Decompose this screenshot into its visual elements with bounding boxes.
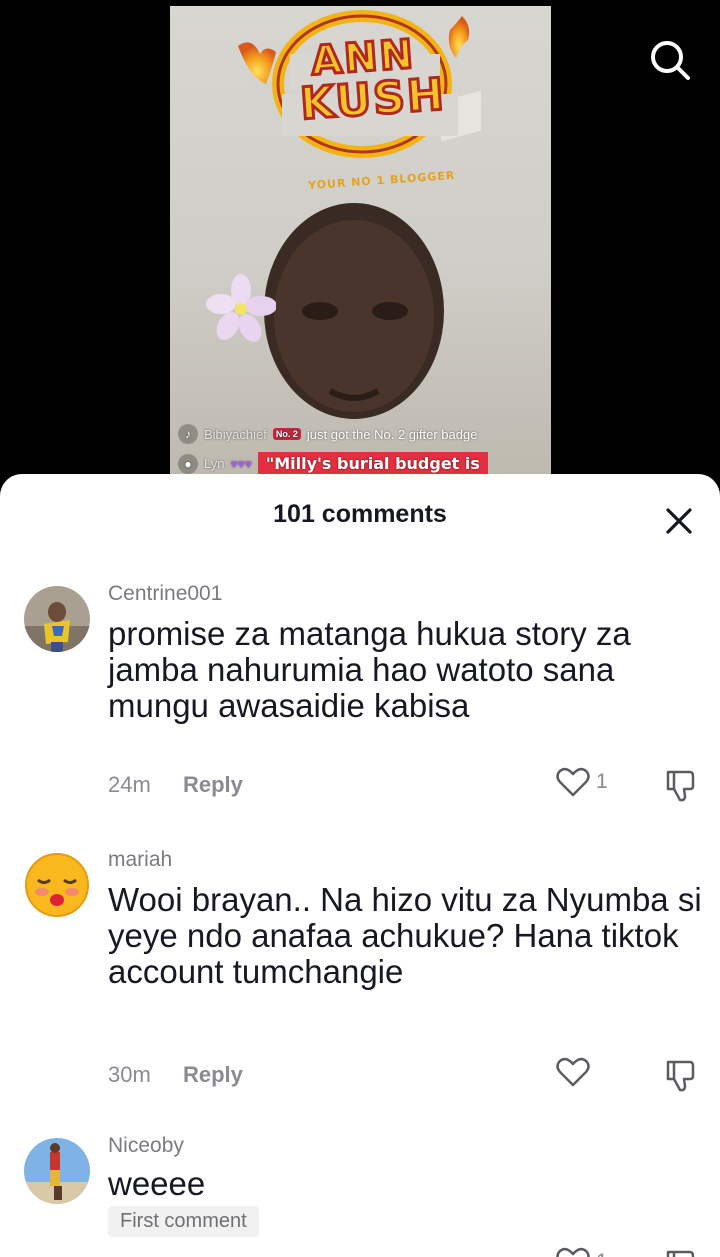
caption-overlay: ● Lyn ♥♥♥ "Milly's burial budget is [178,452,488,475]
heart-icon [556,767,590,797]
comment-text: promise za matanga hukua story za jamba … [108,615,631,724]
like-button[interactable]: 1 [556,766,608,798]
avatar[interactable] [24,586,90,652]
reply-button[interactable]: Reply [183,772,243,798]
like-button[interactable]: 1 [556,1246,608,1257]
overlay-text: just got the No. 2 gifter badge [306,426,478,442]
comment-item: mariah Wooi brayan.. Na hizo vitu za Nyu… [0,844,720,1092]
red-caption: "Milly's burial budget is [257,452,488,475]
comment-username[interactable]: Centrine001 [108,582,222,606]
search-icon[interactable] [648,38,692,82]
comment-text: weeee [108,1165,206,1202]
comment-time: 24m [108,772,151,797]
video-player[interactable]: ANN KUSH YOUR NO 1 BLOGGER ♪ Bibiyachief… [0,0,720,500]
user-avatar-icon: ● [178,453,198,474]
avatar[interactable] [24,1138,90,1204]
tiktok-icon: ♪ [178,424,198,444]
reply-button[interactable]: Reply [183,1062,243,1088]
sheet-header: 101 comments [0,474,720,558]
hearts-icon: ♥♥♥ [230,456,252,471]
comment-meta: 24m Reply [108,772,243,798]
avatar[interactable] [24,852,90,918]
like-count: 1 [596,770,608,793]
heart-icon [556,1057,590,1087]
video-frame[interactable]: ANN KUSH YOUR NO 1 BLOGGER ♪ Bibiyachief… [170,6,551,486]
dislike-icon[interactable] [662,1058,698,1094]
first-comment-badge: First comment [108,1206,259,1237]
comment-username[interactable]: mariah [108,848,172,872]
flower-sticker [206,274,276,342]
like-count: 1 [596,1250,608,1257]
comment-meta: 30m Reply [108,1062,243,1088]
gifter-badge: No. 2 [272,428,301,440]
comment-time: 30m [108,1062,151,1087]
comments-count-title: 101 comments [273,500,447,528]
comment-text: Wooi brayan.. Na hizo vitu za Nyumba si … [108,881,702,990]
overlay-username: Bibiyachief [204,426,267,442]
overlay-username-2: Lyn [204,456,225,471]
comment-item: Centrine001 promise za matanga hukua sto… [0,578,720,808]
comments-sheet: 101 comments Centrine001 promise za mata… [0,474,720,1257]
dislike-icon[interactable] [662,1248,698,1257]
logo-line-2: KUSH [297,67,449,131]
gift-overlay: ♪ Bibiyachief No. 2 just got the No. 2 g… [178,424,477,444]
close-icon[interactable] [660,502,698,540]
heart-icon [556,1247,590,1257]
dislike-icon[interactable] [662,768,698,804]
comment-item: Niceoby weeee First comment 1 [0,1134,720,1257]
like-button[interactable] [556,1056,596,1088]
comment-username[interactable]: Niceoby [108,1134,184,1158]
